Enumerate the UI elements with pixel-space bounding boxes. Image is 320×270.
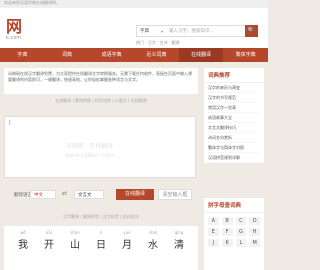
letter-button[interactable]: F [221,228,233,236]
nav-item[interactable]: 成语字典 [89,48,134,62]
nav-item[interactable]: 近义词典 [134,48,179,62]
char-glyph: 山 [70,240,80,251]
nav-item[interactable]: 字典 [0,48,45,62]
letter-button[interactable]: C [235,217,247,225]
char-glyph: 开 [44,240,54,251]
main-nav: 字典 词典 成语字典 近义词典 在线翻译 繁体字典 [0,48,268,62]
text-cursor: | [9,120,11,126]
letter-button[interactable]: K [221,239,233,247]
watermark-line: 词典网 · 在线翻译 [65,143,114,150]
translate-input[interactable]: | 词典网 · 在线翻译 www.cidian.com [4,116,196,178]
secondary-tabs[interactable]: 汉字翻译 | 翻译拼音 | 汉字拼音 | 组词造句 [4,214,198,222]
recommend-item[interactable]: 汉语拼音规则详解 [208,153,260,163]
char-glyph: 我 [18,240,28,251]
letter-button[interactable]: A [208,217,219,225]
search-button[interactable]: 🔍 [245,25,258,37]
site-logo[interactable]: 网 [6,18,22,36]
clear-button[interactable]: 清空输入框 [158,189,192,200]
letter-button[interactable]: H [249,228,260,236]
intro-text: 词典网在线汉字翻译免费，为大家提供在线翻译文字转换服务。无需下载任何软件，直接在… [8,71,192,82]
recommend-box: 词典推荐 汉字的来历与演变 汉字的书写规范 常用汉字一览表 成语故事大全 文言文… [204,68,264,163]
to-language-select[interactable]: 文言文 [74,190,104,199]
translator-tabs[interactable]: 在线翻译 | 繁简转换 | 拼音转换 | 火星文 | 在线翻译 [4,98,198,106]
search-type-select[interactable]: 字典 [140,28,149,34]
recommend-item[interactable]: 成语故事大全 [208,113,260,123]
recommend-title: 词典推荐 [204,68,264,83]
pinyin-index-box: 拼字母查词典 A B C D E F G H J K L M [204,198,264,270]
char-glyph: 水 [148,240,158,251]
nav-item-active[interactable]: 在线翻译 [178,48,224,62]
char-item[interactable]: wǒ 我 [10,230,36,251]
recommend-item[interactable]: 常用汉字一览表 [208,103,260,113]
watermark-line: www.cidian.com [65,152,114,159]
from-language-select[interactable]: 中文 [30,190,56,199]
letter-button[interactable]: J [208,239,219,247]
intro-panel: 词典网在线汉字翻译免费，为大家提供在线翻译文字转换服务。无需下载任何软件，直接在… [4,68,198,94]
swap-icon[interactable]: ⇄ [62,190,67,197]
welcome-text: 欢迎来到汉语字典在线翻译网。 [4,0,60,5]
nav-item[interactable]: 词典 [45,48,90,62]
letter-button[interactable]: E [208,228,219,236]
letter-button[interactable]: G [235,228,247,236]
search-input[interactable]: 输入汉字，搜索知识... [169,28,214,34]
translate-button[interactable]: 在线翻译 [116,189,154,200]
recommend-item[interactable]: 诗词名句赏析 [208,133,260,143]
recommend-item[interactable]: 汉字的书写规范 [208,93,260,103]
hot-words[interactable]: 热门 · 汉字 · 古诗 · 翻译 [136,40,179,46]
search-box[interactable]: 字典 ▾ 输入汉字，搜索知识... [136,25,246,37]
char-item[interactable]: qīng 清 [166,230,192,251]
char-item[interactable]: shān 山 [62,230,88,251]
char-list: wǒ 我 kāi 开 shān 山 rì 日 yuè 月 shuǐ 水 qīng 清 [4,226,198,270]
letter-button[interactable]: L [235,239,247,247]
sidebar: 词典推荐 汉字的来历与演变 汉字的书写规范 常用汉字一览表 成语故事大全 文言文… [204,68,264,163]
letter-button[interactable]: D [249,217,260,225]
recommend-item[interactable]: 文言文翻译技巧 [208,123,260,133]
header: 网 k.com 字典 ▾ 输入汉字，搜索知识... 🔍 热门 · 汉字 · 古诗… [0,8,268,48]
char-item[interactable]: kāi 开 [36,230,62,251]
letter-button[interactable]: B [221,217,233,225]
char-item[interactable]: yuè 月 [114,230,140,251]
char-item[interactable]: rì 日 [88,230,114,251]
char-glyph: 清 [174,240,184,251]
watermark: 词典网 · 在线翻译 www.cidian.com [65,142,114,160]
nav-item[interactable]: 繁体字典 [223,48,268,62]
recommend-item[interactable]: 繁体字与简体字对照 [208,143,260,153]
letter-button[interactable]: M [249,239,260,247]
char-glyph: 日 [96,240,106,251]
chevron-down-icon: ▾ [161,29,164,34]
top-strip: 欢迎来到汉语字典在线翻译网。 [0,0,268,8]
char-item[interactable]: shuǐ 水 [140,230,166,251]
pinyin-index-title: 拼字母查词典 [204,198,264,213]
site-domain: k.com [6,35,22,41]
translate-controls: 翻译语言 中文 ⇄ 文言文 在线翻译 清空输入框 [4,186,198,202]
char-glyph: 月 [122,240,132,251]
recommend-item[interactable]: 汉字的来历与演变 [208,83,260,93]
